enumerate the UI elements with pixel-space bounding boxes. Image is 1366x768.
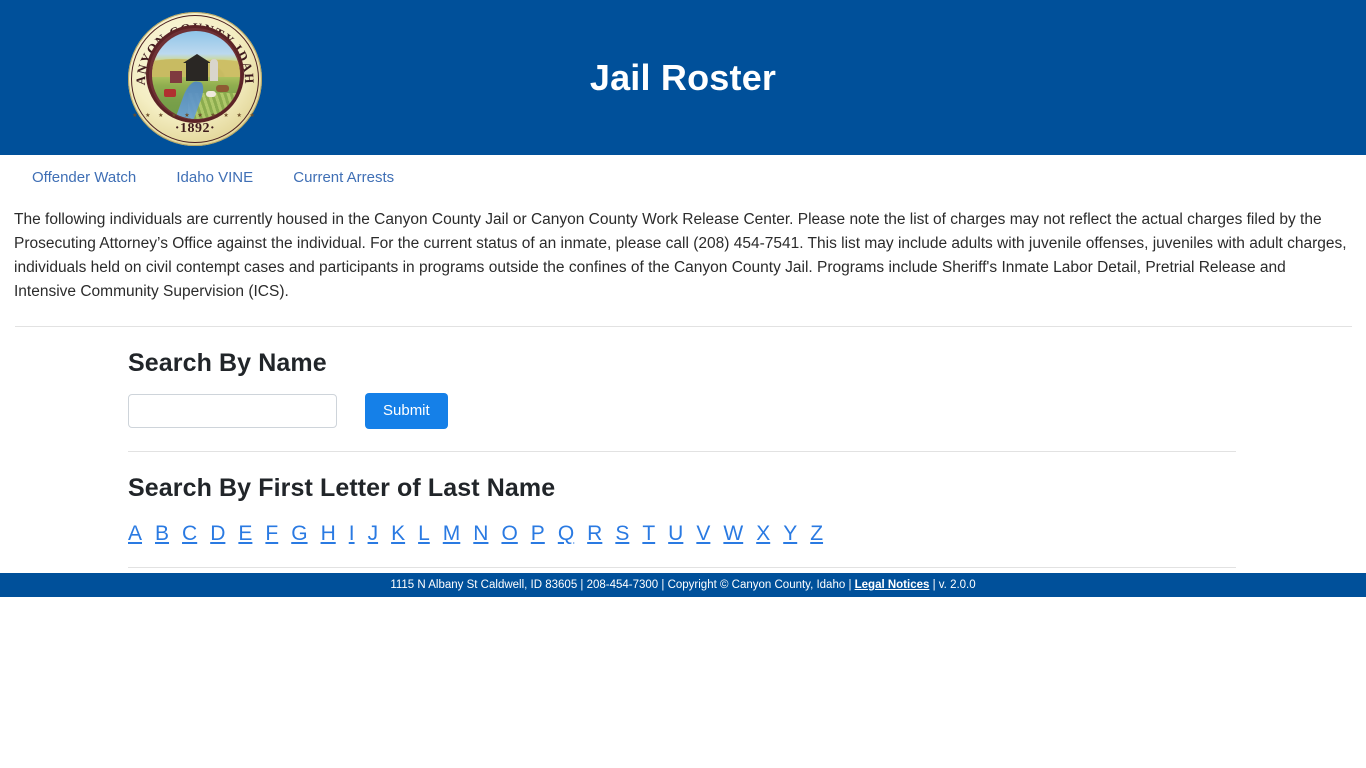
- nav-link-idaho-vine[interactable]: Idaho VINE: [176, 169, 253, 186]
- divider-above-search: [15, 325, 1352, 327]
- letter-link-u[interactable]: U: [668, 522, 683, 545]
- secondary-nav: Offender Watch Idaho VINE Current Arrest…: [0, 155, 1366, 192]
- letter-link-o[interactable]: O: [501, 522, 517, 545]
- letter-link-z[interactable]: Z: [810, 522, 823, 545]
- nav-link-offender-watch[interactable]: Offender Watch: [32, 169, 136, 186]
- letter-link-m[interactable]: M: [443, 522, 461, 545]
- letter-link-i[interactable]: I: [349, 522, 355, 545]
- letter-link-e[interactable]: E: [238, 522, 252, 545]
- letter-link-g[interactable]: G: [291, 522, 307, 545]
- letter-link-v[interactable]: V: [696, 522, 710, 545]
- letter-link-d[interactable]: D: [210, 522, 225, 545]
- letter-link-p[interactable]: P: [531, 522, 545, 545]
- letter-link-y[interactable]: Y: [783, 522, 797, 545]
- letter-link-t[interactable]: T: [642, 522, 655, 545]
- search-by-letter-heading: Search By First Letter of Last Name: [128, 473, 556, 502]
- jail-roster-page: CANYON COUNTY IDAHO: [0, 0, 1366, 768]
- letter-link-b[interactable]: B: [155, 522, 169, 545]
- letter-link-k[interactable]: K: [391, 522, 405, 545]
- letter-link-j[interactable]: J: [368, 522, 379, 545]
- letter-link-x[interactable]: X: [756, 522, 770, 545]
- letter-link-a[interactable]: A: [128, 522, 142, 545]
- letter-link-w[interactable]: W: [723, 522, 743, 545]
- letter-links-row: ABCDEFGHIJKLMNOPQRSTUVWXYZ: [128, 519, 1366, 549]
- search-by-name-heading: Search By Name: [128, 348, 327, 377]
- divider-below-search: [128, 450, 1236, 452]
- search-name-input[interactable]: [128, 393, 337, 428]
- intro-paragraph: The following individuals are currently …: [14, 210, 1347, 300]
- site-footer: 1115 N Albany St Caldwell, ID 83605 | 20…: [0, 573, 1366, 597]
- letter-link-r[interactable]: R: [587, 522, 602, 545]
- footer-legal-notices-link[interactable]: Legal Notices: [855, 579, 930, 591]
- letter-link-s[interactable]: S: [615, 522, 629, 545]
- page-title: Jail Roster: [589, 56, 777, 98]
- footer-version: | v. 2.0.0: [929, 579, 976, 591]
- letter-link-l[interactable]: L: [418, 522, 430, 545]
- letter-link-c[interactable]: C: [182, 522, 197, 545]
- letter-link-f[interactable]: F: [265, 522, 278, 545]
- footer-address: 1115 N Albany St Caldwell, ID 83605 | 20…: [390, 579, 855, 591]
- submit-button[interactable]: Submit: [365, 392, 448, 429]
- letter-link-n[interactable]: N: [473, 522, 488, 545]
- site-header: CANYON COUNTY IDAHO: [0, 0, 1366, 155]
- search-by-name-row: Submit: [128, 392, 1366, 429]
- letter-link-h[interactable]: H: [321, 522, 336, 545]
- letter-link-q[interactable]: Q: [558, 522, 574, 545]
- divider-below-letters: [128, 566, 1236, 568]
- nav-link-current-arrests[interactable]: Current Arrests: [293, 169, 394, 186]
- search-content: Search By Name Submit Search By First Le…: [0, 349, 1366, 568]
